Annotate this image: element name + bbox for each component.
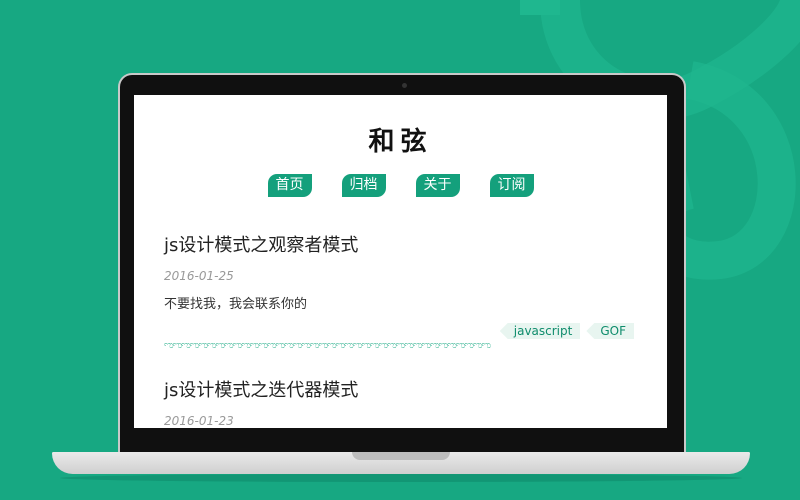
post-date: 2016-01-23 [164,414,234,428]
post-excerpt: 不要找我，我会联系你的 [164,297,308,312]
laptop-base [52,452,750,474]
browser-screen: 和弦 首页 归档 关于 订阅 js设计模式之观察者模式 2016-01-25 不要找我… [134,95,667,428]
post-tags: javascript GOF [164,320,634,339]
laptop-notch [352,452,450,460]
post-divider: ಌಌಌಌಌಌಌಌಌಌಌಌಌಌಌಌಌಌಌಌಌಌಌಌಌಌಌಌಌಌಌಌಌಌಌಌಌಌ [164,342,491,350]
webcam-icon [402,83,407,88]
tag-javascript[interactable]: javascript [499,323,581,339]
nav-item-about[interactable]: 关于 [415,174,460,197]
nav-item-home[interactable]: 首页 [267,174,312,197]
laptop-shadow [60,474,742,482]
nav-item-archive[interactable]: 归档 [341,174,386,197]
post-title[interactable]: js设计模式之迭代器模式 [164,376,634,402]
post-item: js设计模式之迭代器模式 2016-01-23 [164,376,634,428]
site-title[interactable]: 和弦 [134,121,667,158]
main-nav: 首页 归档 关于 订阅 [134,174,667,197]
post-title[interactable]: js设计模式之观察者模式 [164,231,634,257]
nav-item-subscribe[interactable]: 订阅 [489,174,534,197]
tag-gof[interactable]: GOF [586,323,634,339]
post-date: 2016-01-25 [164,269,234,283]
post-item: js设计模式之观察者模式 2016-01-25 不要找我，我会联系你的 java… [164,231,634,339]
